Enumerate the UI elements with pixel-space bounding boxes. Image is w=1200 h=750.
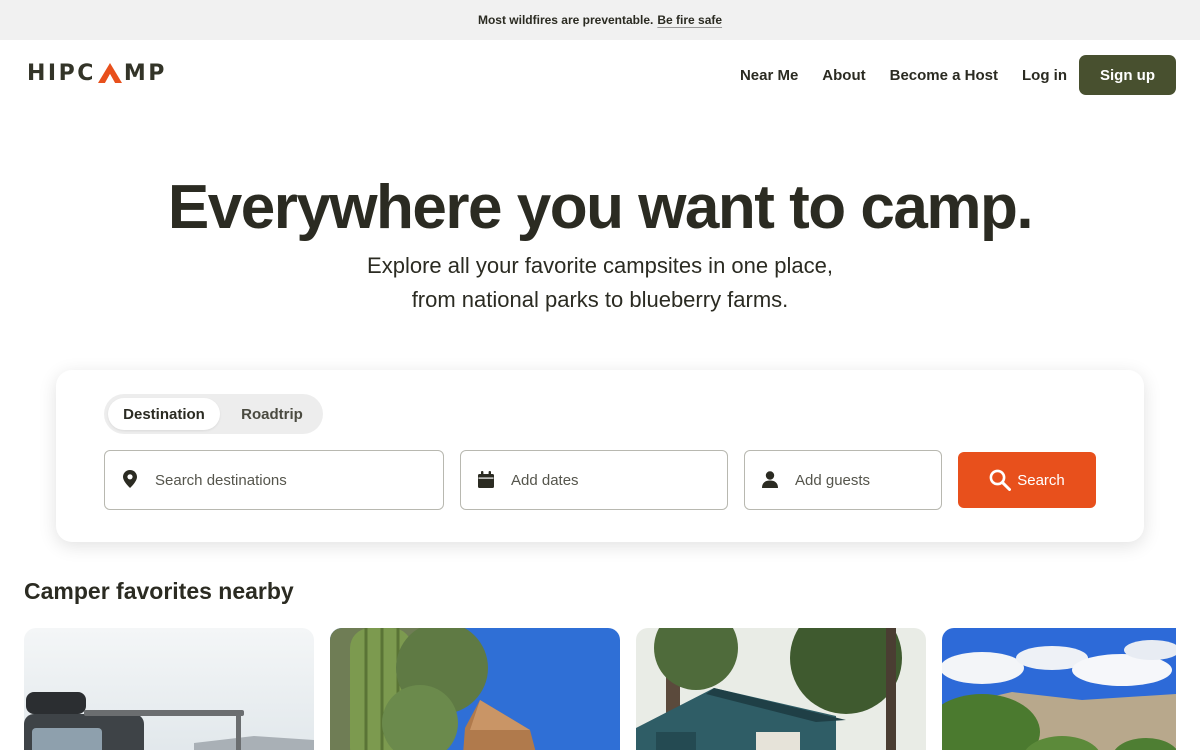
campsite-card-photo[interactable] — [942, 628, 1176, 750]
nav-near-me[interactable]: Near Me — [740, 67, 798, 84]
nav-become-a-host[interactable]: Become a Host — [890, 67, 998, 84]
search-card: Destination Roadtrip Search destinations… — [56, 370, 1144, 542]
section-title: Camper favorites nearby — [24, 578, 294, 604]
top-nav: Near Me About Become a Host Log in Sign … — [740, 55, 1176, 95]
fire-safety-banner: Most wildfires are preventable. Be fire … — [0, 0, 1200, 40]
hipcamp-logo[interactable]: HIPC MP — [27, 60, 167, 86]
tab-destination[interactable]: Destination — [108, 398, 220, 430]
dates-field[interactable]: Add dates — [460, 450, 728, 510]
campsite-card-photo[interactable] — [636, 628, 926, 750]
hero-title: Everywhere you want to camp. — [167, 173, 1034, 242]
campsite-card-photo[interactable] — [24, 628, 314, 750]
search-button-label: Search — [1017, 471, 1065, 489]
search-mode-toggle: Destination Roadtrip — [104, 394, 323, 434]
tab-roadtrip[interactable]: Roadtrip — [226, 398, 318, 430]
logo-tent-icon — [97, 62, 123, 84]
logo-text-right: MP — [123, 60, 167, 86]
search-button[interactable]: Search — [958, 452, 1096, 508]
logo-text-left: HIPC — [27, 60, 96, 86]
person-icon — [745, 449, 795, 509]
destination-placeholder: Search destinations — [155, 471, 287, 489]
nav-about[interactable]: About — [822, 67, 865, 84]
search-icon — [989, 469, 1012, 491]
guests-field[interactable]: Add guests — [744, 450, 942, 510]
hero-subtitle-line-2: from national parks to blueberry farms. — [411, 287, 789, 312]
hero-subtitle: Explore all your favorite campsites in o… — [0, 249, 1200, 317]
nav-log-in[interactable]: Log in — [1022, 67, 1067, 84]
dates-placeholder: Add dates — [511, 471, 579, 489]
map-pin-icon — [105, 449, 155, 509]
banner-text: Most wildfires are preventable. — [477, 13, 654, 27]
calendar-icon — [461, 449, 511, 509]
hero-subtitle-line-1: Explore all your favorite campsites in o… — [367, 253, 833, 278]
sign-up-button[interactable]: Sign up — [1079, 55, 1176, 95]
guests-placeholder: Add guests — [795, 471, 871, 489]
campsite-card-photo[interactable] — [330, 628, 620, 750]
destination-search-field[interactable]: Search destinations — [104, 450, 444, 510]
be-fire-safe-link[interactable]: Be fire safe — [657, 13, 722, 27]
